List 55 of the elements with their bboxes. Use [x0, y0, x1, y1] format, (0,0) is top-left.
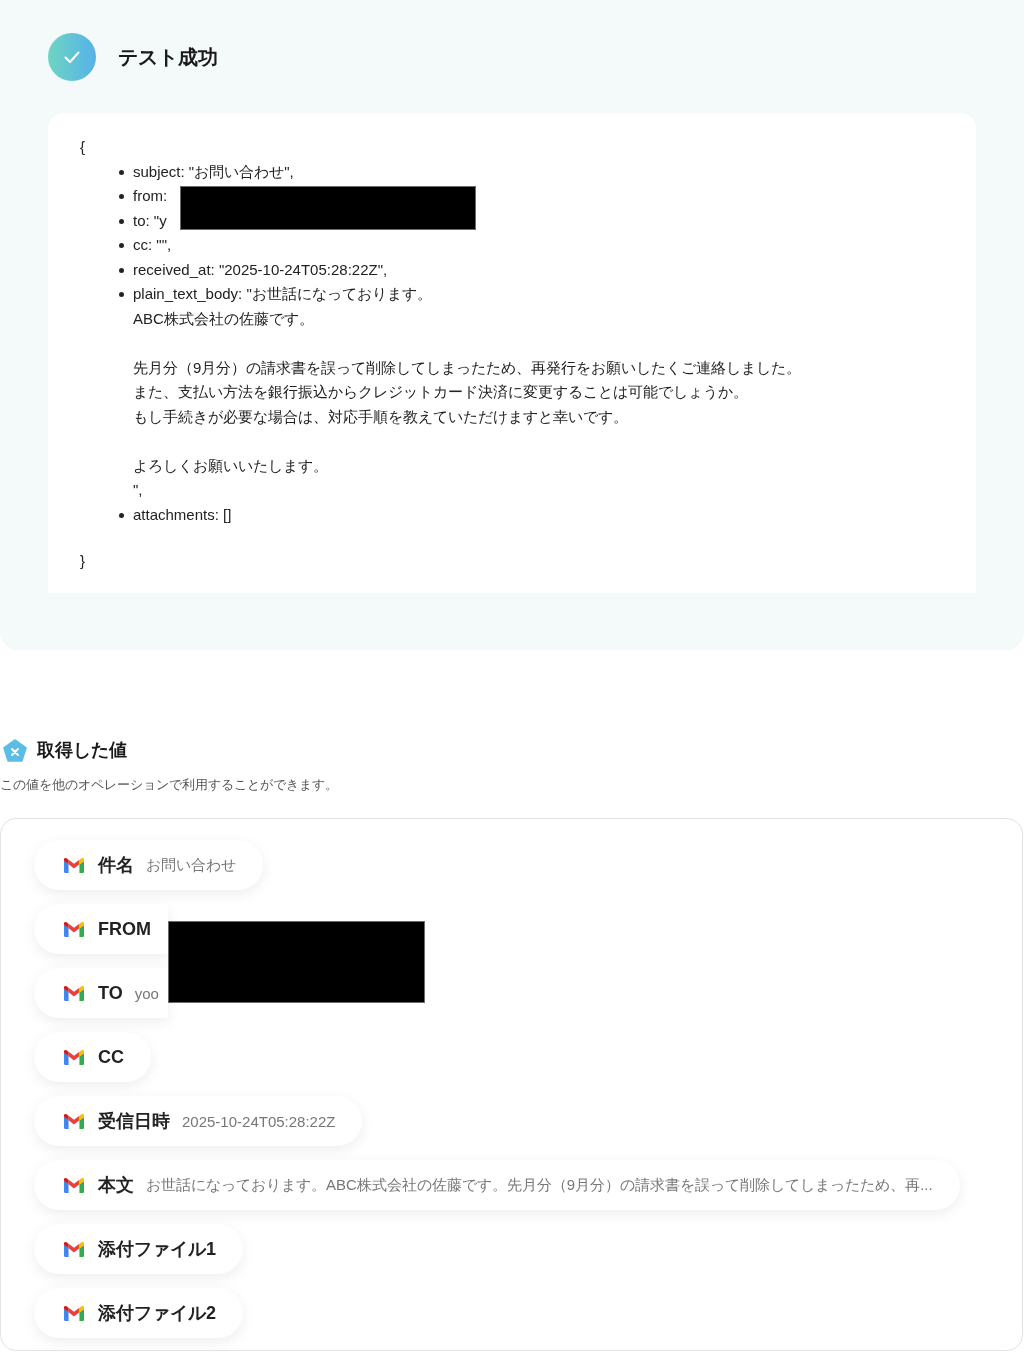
output-line: ABC株式会社の佐藤です。 — [133, 308, 314, 329]
output-line: また、支払い方法を銀行振込からクレジットカード決済に変更することは可能でしょうか。 — [133, 382, 748, 402]
output-line: cc: "", — [133, 235, 172, 255]
chip-label: 添付ファイル2 — [98, 1302, 216, 1325]
variable-icon — [3, 738, 27, 762]
output-line: from: — [133, 186, 168, 206]
success-check-icon — [48, 33, 96, 81]
bullet-icon — [119, 169, 124, 175]
output-line: ", — [133, 480, 143, 500]
output-line: もし手続きが必要な場合は、対応手順を教えていただけますと幸いです。 — [133, 406, 628, 427]
value-chip[interactable]: TO yoo — [34, 968, 168, 1018]
mail-icon — [64, 1049, 84, 1065]
value-chip[interactable]: 添付ファイル2 — [34, 1288, 243, 1338]
bullet-icon — [119, 194, 124, 199]
chip-value: 2025-10-24T05:28:22Z — [182, 1112, 336, 1130]
output-line: よろしくお願いいたします。 — [133, 455, 328, 476]
bullet-icon — [119, 267, 124, 273]
mail-icon — [64, 857, 84, 873]
output-line: plain_text_body: "お世話になっております。 — [133, 284, 432, 304]
section-title: 取得した値 — [37, 739, 127, 762]
chip-label: 受信日時 — [98, 1110, 170, 1133]
result-title: テスト成功 — [118, 44, 218, 70]
brace: } — [80, 551, 85, 571]
value-chip[interactable]: 添付ファイル1 — [34, 1224, 243, 1274]
chip-value: お世話になっております。ABC株式会社の佐藤です。先月分（9月分）の請求書を誤って削除してしまったため、再... — [146, 1175, 933, 1195]
value-chip[interactable]: FROM — [34, 904, 168, 954]
section-description: この値を他のオペレーションで利用することができます。 — [0, 776, 338, 794]
output-line: 先月分（9月分）の請求書を誤って削除してしまったため、再発行をお願いしたくご連絡しました。 — [133, 357, 802, 378]
value-chip[interactable]: 件名 お問い合わせ — [34, 840, 263, 890]
chip-value: yoo — [134, 984, 159, 1002]
value-chip[interactable]: 受信日時 2025-10-24T05:28:22Z — [34, 1096, 363, 1146]
chip-label: 件名 — [98, 854, 134, 877]
value-chip[interactable]: CC — [34, 1032, 151, 1082]
chip-label: FROM — [98, 918, 151, 940]
brace: { — [80, 137, 85, 157]
output-line: subject: "お問い合わせ", — [133, 161, 294, 182]
mail-icon — [64, 1305, 84, 1321]
bullet-icon — [119, 218, 124, 224]
mail-icon — [64, 985, 84, 1001]
mail-icon — [64, 1177, 84, 1193]
mail-icon — [64, 1113, 84, 1129]
chip-label: 本文 — [98, 1174, 134, 1197]
mail-icon — [64, 921, 84, 937]
output-line: received_at: "2025-10-24T05:28:22Z", — [133, 259, 388, 280]
chip-value: お問い合わせ — [146, 855, 236, 875]
output-line: to: "y — [133, 210, 167, 231]
value-chip[interactable]: 本文 お世話になっております。ABC株式会社の佐藤です。先月分（9月分）の請求書を誤って削除してしまったため、再... — [34, 1160, 960, 1210]
chip-label: CC — [98, 1046, 124, 1068]
chip-label: TO — [98, 982, 123, 1004]
bullet-icon — [119, 292, 124, 297]
bullet-icon — [119, 243, 124, 248]
bullet-icon — [119, 512, 124, 518]
chip-label: 添付ファイル1 — [98, 1238, 216, 1261]
mail-icon — [64, 1241, 84, 1257]
output-line: attachments: [] — [133, 504, 232, 525]
